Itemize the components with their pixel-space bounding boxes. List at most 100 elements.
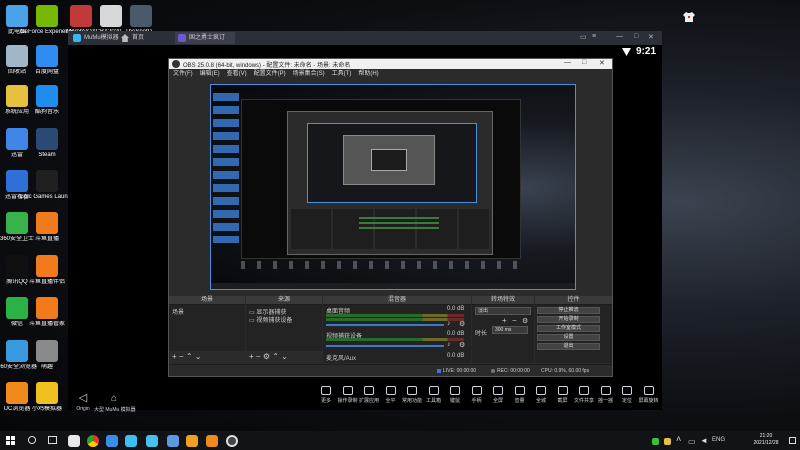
taskbar-app-icon[interactable] [206,435,218,447]
volume-slider[interactable] [326,345,444,347]
desktop-icon[interactable]: Steam [20,128,74,159]
obs-menu-item[interactable]: 文件(F) [173,71,193,77]
desktop-icon[interactable]: 小鸡模拟器 [20,382,74,413]
desktop-icon[interactable]: 斗鱼直播伴侣 [20,255,74,286]
taskbar-app-icon[interactable] [186,435,198,447]
tab-home[interactable]: 首页 [118,32,168,44]
transition-select[interactable]: 淡出 [475,307,531,315]
chrome-icon[interactable] [87,435,99,447]
menu-icon[interactable]: ≡ [592,33,596,40]
nav-back-button[interactable]: ◁ Origin [72,388,94,412]
speaker-icon[interactable]: ♪ [447,341,451,348]
stop-streaming-button[interactable]: 停止推流 [537,307,600,314]
clock[interactable]: 21:20 2021/12/28 [746,433,786,447]
live-indicator-icon [437,369,441,373]
down-icon[interactable]: ⌄ [195,352,202,361]
volume-slider[interactable] [326,324,444,326]
toolbar-button[interactable]: 手柄 [466,386,488,404]
toolbar-button[interactable]: 扩展应用 [358,386,380,404]
chevron-up-icon[interactable]: ˄ [676,434,681,444]
obs-menu-item[interactable]: 查看(V) [227,71,247,77]
toolbar-button[interactable]: 定位 [616,386,638,404]
remove-icon[interactable]: − [512,316,517,325]
nav-home-button[interactable]: ⌂ 大型 MuMu 模拟器 [94,388,136,413]
network-icon[interactable]: ▭ [688,437,696,446]
toolbar-button[interactable]: 操作录制 [337,386,359,404]
gear-icon[interactable]: ⚙ [459,341,465,349]
tray-app-icon[interactable] [664,438,671,445]
toolbar-button[interactable]: 键鼠 [444,386,466,404]
obs-menu-item[interactable]: 配置文件(P) [254,71,286,77]
desktop-icon[interactable]: 酷狗音乐 [20,85,74,116]
toolbar-button[interactable]: 常用功能 [401,386,423,404]
obs-menu-item[interactable]: 编辑(E) [200,71,220,77]
start-recording-button[interactable]: 开始录制 [537,316,600,323]
obs-taskbar-icon[interactable] [226,435,238,447]
down-icon[interactable]: ⌄ [281,352,288,361]
obs-menu-item[interactable]: 帮助(H) [358,71,378,77]
shirt-icon[interactable] [683,10,695,22]
gear-icon[interactable]: ⚙ [459,320,465,328]
obs-maximize-icon[interactable]: □ [582,59,586,66]
toolbar-button[interactable]: 全屏 [487,386,509,404]
app-icon [36,212,58,234]
tray-app-icon[interactable] [652,438,659,445]
source-item[interactable]: ▭ 视频捕获设备 [249,315,292,324]
obs-menubar: 文件(F) 编辑(E) 查看(V) 配置文件(P) 场景集合(S) 工具(T) 帮助(H) [169,70,612,79]
taskbar-app-icon[interactable] [146,435,158,447]
restore-icon[interactable]: ▭ [580,33,587,41]
maximize-icon[interactable]: □ [634,33,638,40]
close-icon[interactable]: ✕ [648,33,654,41]
studio-mode-button[interactable]: 工作室模式 [537,325,600,332]
settings-button[interactable]: 设置 [537,334,600,341]
taskbar-app-icon[interactable] [125,435,137,447]
obs-minimize-icon[interactable]: — [564,59,571,66]
toolbar-button[interactable]: 全城 [530,386,552,404]
obs-menu-item[interactable]: 场景集合(S) [293,71,325,77]
up-icon[interactable]: ⌃ [186,352,193,361]
add-icon[interactable]: + [172,352,177,361]
toolbar-button[interactable]: 音量 [509,386,531,404]
toolbar-button[interactable]: 摇一摇 [595,386,617,404]
desktop-icon[interactable]: 百度网盘 [20,45,74,76]
record-icon [342,386,353,395]
mumu-icon [73,34,81,42]
input-language[interactable]: ENG [712,437,725,443]
duration-input[interactable]: 300 ms [492,326,528,334]
scene-item[interactable]: 场景 [172,307,184,316]
app-icon [36,85,58,107]
obs-close-icon[interactable]: ✕ [599,59,605,67]
up-icon[interactable]: ⌃ [272,352,279,361]
tab-mumu[interactable]: MuMu模拟器 [70,32,120,44]
desktop-icon[interactable]: 萌趣 [20,340,74,371]
windows-start-icon[interactable] [6,436,15,445]
add-icon[interactable]: + [502,316,507,325]
gear-icon[interactable]: ⚙ [263,352,270,361]
desktop-icon[interactable]: 斗鱼直播管家 [20,297,74,328]
toolbar-button[interactable]: 屏幕旋转 [638,386,660,404]
add-icon[interactable]: + [249,352,254,361]
gear-icon[interactable]: ⚙ [522,317,528,325]
remove-icon[interactable]: − [179,352,184,361]
toolbar-button[interactable]: 截屏 [552,386,574,404]
remove-icon[interactable]: − [256,352,261,361]
desktop-icon[interactable]: 斗鱼直播 [20,212,74,243]
toolbar-button[interactable]: 文件共享 [573,386,595,404]
toolbar-button[interactable]: 更多 [315,386,337,404]
tab-game[interactable]: 国之勇士疯订 [175,32,235,44]
exit-button[interactable]: 退出 [537,343,600,350]
volume-icon[interactable]: ◄ [700,436,708,445]
desktop-icon[interactable]: Epic Games Launcher [20,170,74,201]
toolbar-button[interactable]: 全平 [380,386,402,404]
scenes-list: 场景 [169,305,245,351]
notification-icon[interactable] [789,437,796,444]
taskbar-app-icon[interactable] [167,435,179,447]
toolbar-button[interactable]: 工具箱 [423,386,445,404]
taskbar-app-icon[interactable] [68,435,80,447]
minimize-icon[interactable]: — [616,33,623,40]
speaker-icon[interactable]: ♪ [447,320,451,327]
task-view-icon[interactable] [48,436,57,444]
obs-menu-item[interactable]: 工具(T) [332,71,352,77]
search-icon[interactable] [28,436,36,444]
taskbar-app-icon[interactable] [106,435,118,447]
